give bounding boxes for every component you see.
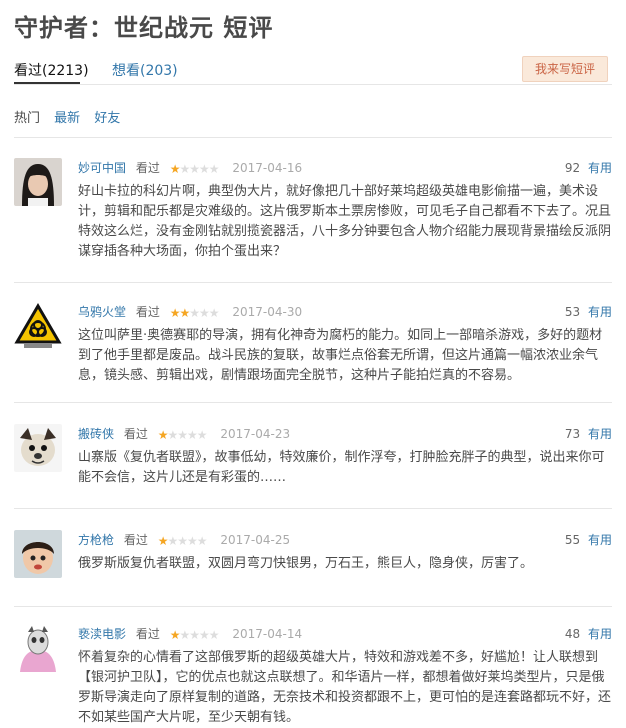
rating-stars: ★★★★★ (169, 303, 220, 323)
divider (14, 508, 612, 509)
divider (14, 606, 612, 607)
useful-count: 48 (564, 627, 581, 641)
tab-watched[interactable]: 看过(2213) (14, 60, 89, 80)
star-filled-icon: ★ (169, 305, 181, 320)
useful-count: 55 (564, 533, 581, 547)
review-text: 俄罗斯版复仇者联盟，双圆月弯刀快银男，万石王，熊巨人，隐身侠，厉害了。 (78, 556, 534, 571)
useful-button[interactable]: 有用 (588, 627, 612, 641)
useful-button[interactable]: 有用 (588, 161, 612, 175)
hazard-logo-icon (14, 302, 62, 350)
star-empty-icon: ★ (208, 161, 220, 176)
rating-stars: ★★★★★ (169, 625, 220, 645)
useful-vote: 53 有用 (565, 302, 612, 322)
star-empty-icon: ★ (186, 427, 198, 442)
star-filled-icon: ★ (169, 627, 181, 642)
masked-figure-icon (14, 624, 62, 672)
star-filled-icon: ★ (157, 533, 169, 548)
review-text: 这位叫萨里·奥德赛耶的导演，拥有化神奇为腐朽的能力。如同上一部暗杀游戏，多好的题… (78, 328, 603, 383)
star-empty-icon: ★ (189, 305, 200, 320)
portrait-photo-icon (14, 158, 62, 206)
useful-count: 73 (564, 427, 581, 441)
review-date: 2017-04-23 (220, 427, 291, 441)
review-username[interactable]: 亵渎电影 (78, 627, 126, 641)
review-date: 2017-04-16 (232, 161, 303, 175)
useful-count: 53 (564, 305, 581, 319)
review-meta: 乌鸦火堂 看过 ★★★★★ 2017-04-30 (78, 302, 302, 322)
tabs-divider (14, 84, 612, 85)
child-photo-icon (14, 530, 62, 578)
filter-latest[interactable]: 最新 (54, 111, 80, 126)
review-date: 2017-04-30 (232, 305, 303, 319)
star-empty-icon: ★ (198, 627, 210, 642)
useful-button[interactable]: 有用 (588, 533, 612, 547)
tab-want-to-watch[interactable]: 想看(203) (112, 60, 178, 80)
review-username[interactable]: 搬砖侠 (78, 427, 114, 441)
divider (14, 282, 612, 283)
divider (14, 402, 612, 403)
avatar[interactable] (14, 624, 62, 672)
star-empty-icon: ★ (208, 627, 220, 642)
review-text: 怀着复杂的心情看了这部俄罗斯的超级英雄大片，特效和游戏差不多，好尴尬！让人联想到… (78, 650, 612, 725)
dog-cartoon-icon (14, 424, 62, 472)
review-text: 好山卡拉的科幻片啊，典型伪大片，就好像把几十部好莱坞超级英雄电影偷描一遍，美术设… (78, 184, 612, 259)
avatar[interactable] (14, 530, 62, 578)
useful-vote: 73 有用 (565, 424, 612, 444)
star-empty-icon: ★ (179, 161, 190, 176)
star-empty-icon: ★ (177, 533, 188, 548)
review-meta: 方枪枪 看过 ★★★★★ 2017-04-25 (78, 530, 290, 550)
star-empty-icon: ★ (186, 533, 198, 548)
star-empty-icon: ★ (196, 427, 208, 442)
review-username[interactable]: 乌鸦火堂 (78, 305, 126, 319)
filter-hot[interactable]: 热门 (14, 111, 40, 126)
useful-vote: 55 有用 (565, 530, 612, 550)
review-meta: 搬砖侠 看过 ★★★★★ 2017-04-23 (78, 424, 290, 444)
star-empty-icon: ★ (167, 533, 178, 548)
watched-status: 看过 (135, 305, 160, 319)
useful-button[interactable]: 有用 (588, 427, 612, 441)
useful-button[interactable]: 有用 (588, 305, 612, 319)
star-empty-icon: ★ (179, 627, 190, 642)
review-date: 2017-04-25 (220, 533, 291, 547)
avatar[interactable] (14, 424, 62, 472)
write-review-button[interactable]: 我来写短评 (522, 56, 608, 82)
watched-status: 看过 (135, 627, 160, 641)
divider (14, 137, 612, 138)
star-empty-icon: ★ (198, 305, 210, 320)
watched-status: 看过 (135, 161, 160, 175)
review-meta: 妙可中国 看过 ★★★★★ 2017-04-16 (78, 158, 302, 178)
avatar[interactable] (14, 158, 62, 206)
review-username[interactable]: 妙可中国 (78, 161, 126, 175)
star-empty-icon: ★ (189, 161, 200, 176)
useful-count: 92 (564, 161, 581, 175)
filter-friends[interactable]: 好友 (94, 111, 120, 126)
page-title: 守护者：世纪战元 短评 (14, 14, 274, 42)
star-empty-icon: ★ (198, 161, 210, 176)
star-filled-icon: ★ (157, 427, 169, 442)
star-empty-icon: ★ (189, 627, 200, 642)
star-filled-icon: ★ (169, 161, 181, 176)
sort-filters: 热门 最新 好友 (14, 107, 130, 126)
rating-stars: ★★★★★ (157, 425, 208, 445)
review-username[interactable]: 方枪枪 (78, 533, 114, 547)
useful-vote: 48 有用 (565, 624, 612, 644)
review-meta: 亵渎电影 看过 ★★★★★ 2017-04-14 (78, 624, 302, 644)
rating-stars: ★★★★★ (169, 159, 220, 179)
rating-stars: ★★★★★ (157, 531, 208, 551)
watched-status: 看过 (123, 427, 148, 441)
star-empty-icon: ★ (167, 427, 178, 442)
star-empty-icon: ★ (177, 427, 188, 442)
avatar[interactable] (14, 302, 62, 350)
review-date: 2017-04-14 (232, 627, 303, 641)
star-empty-icon: ★ (208, 305, 220, 320)
review-text: 山寨版《复仇者联盟》，故事低幼，特效廉价，制作浮夸，打肿脸充胖子的典型，说出来你… (78, 450, 605, 485)
star-filled-icon: ★ (179, 305, 190, 320)
watched-status: 看过 (123, 533, 148, 547)
useful-vote: 92 有用 (565, 158, 612, 178)
star-empty-icon: ★ (196, 533, 208, 548)
